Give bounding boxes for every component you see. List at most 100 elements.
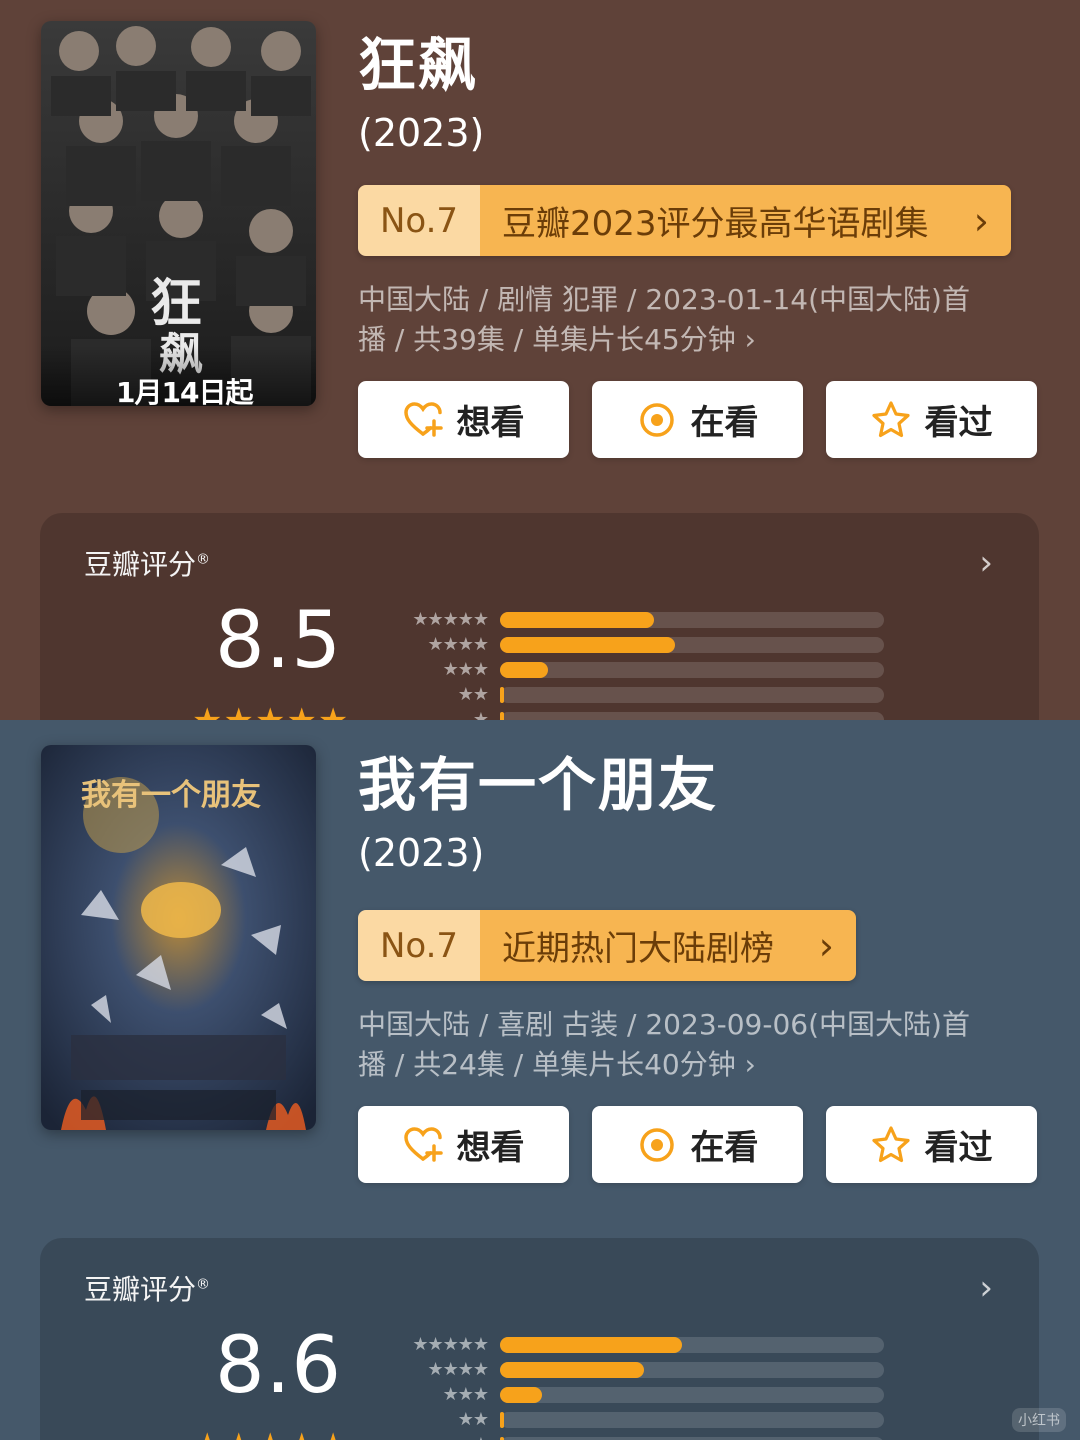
rank-list-link[interactable]: 近期热门大陆剧榜 › [480, 910, 856, 981]
show-panel-2: 我有一个朋友 我有一个朋友 (2023) No.7 近期热门大陆剧榜 › 中国大… [0, 720, 1080, 1440]
target-icon [639, 1127, 674, 1162]
distribution-track [500, 1436, 884, 1440]
chevron-right-icon: › [979, 543, 993, 583]
poster-art: 我有一个朋友 [41, 745, 316, 1130]
distribution-track [500, 1386, 884, 1403]
watched-label: 看过 [924, 1128, 993, 1168]
star-outline-icon [871, 1125, 910, 1162]
distribution-bar [500, 611, 654, 628]
rank-badge[interactable]: No.7 豆瓣2023评分最高华语剧集 › [358, 185, 1011, 256]
meta-line-1: 中国大陆 / 喜剧 古装 / 2023-09-06(中国大陆)首 [358, 1008, 970, 1041]
watermark: 小红书 [1012, 1408, 1066, 1432]
score-stars-icon: ★★★★★ [192, 701, 349, 720]
rating-label: 豆瓣评分® [84, 1273, 211, 1306]
distribution-row-2-star: ★★ [390, 682, 884, 707]
distribution-bar [500, 661, 548, 678]
stars-icon: ★★★★★ [412, 1334, 489, 1355]
meta-line-1: 中国大陆 / 剧情 犯罪 / 2023-01-14(中国大陆)首 [358, 283, 970, 316]
distribution-track [500, 1361, 884, 1378]
want-to-watch-button[interactable]: 想看 [358, 1106, 569, 1183]
watching-label: 在看 [690, 403, 759, 443]
chevron-right-icon: › [979, 1268, 993, 1308]
rating-score: 8.6 [215, 1321, 343, 1411]
svg-text:我有一个朋友: 我有一个朋友 [81, 778, 261, 813]
distribution-bar [500, 1361, 644, 1378]
distribution-track [500, 636, 884, 653]
distribution-row-3-star: ★★★ [390, 1382, 884, 1407]
distribution-row-2-star: ★★ [390, 1407, 884, 1432]
watched-button[interactable]: 看过 [826, 1106, 1037, 1183]
chevron-right-icon: › [973, 198, 989, 243]
distribution-bar [500, 711, 504, 720]
heart-plus-icon [403, 1126, 443, 1162]
poster-image[interactable]: 我有一个朋友 [41, 745, 316, 1130]
show-meta[interactable]: 中国大陆 / 喜剧 古装 / 2023-09-06(中国大陆)首 播 / 共24… [358, 1005, 1038, 1085]
show-year: (2023) [358, 111, 485, 155]
distribution-row-5-star: ★★★★★ [390, 1332, 884, 1357]
chevron-right-icon: › [818, 923, 834, 968]
watching-button[interactable]: 在看 [592, 381, 803, 458]
distribution-track [500, 711, 884, 720]
watched-button[interactable]: 看过 [826, 381, 1037, 458]
show-title: 狂飙 [358, 31, 479, 99]
score-stars-icon: ★★★★★ [192, 1426, 349, 1440]
rank-badge[interactable]: No.7 近期热门大陆剧榜 › [358, 910, 856, 981]
rank-number: No.7 [358, 910, 480, 981]
show-meta[interactable]: 中国大陆 / 剧情 犯罪 / 2023-01-14(中国大陆)首 播 / 共39… [358, 280, 1038, 360]
show-panel-1: 狂 飙 1月14日起 狂飙 (2023) No.7 豆瓣2023评分最高华语剧集… [0, 0, 1080, 720]
distribution-bar [500, 686, 504, 703]
rank-list-name: 近期热门大陆剧榜 [502, 929, 774, 969]
distribution-bar [500, 636, 675, 653]
action-row: 想看 在看 看过 [358, 1106, 1037, 1183]
rating-distribution: ★★★★★★★★★★★★★★★ [390, 607, 884, 720]
stars-icon: ★★★★ [427, 1359, 489, 1380]
rank-list-name: 豆瓣2023评分最高华语剧集 [502, 204, 929, 244]
stars-icon: ★★★ [442, 1384, 489, 1405]
distribution-row-4-star: ★★★★ [390, 632, 884, 657]
svg-text:狂: 狂 [150, 274, 202, 334]
distribution-track [500, 1336, 884, 1353]
distribution-bar [500, 1436, 504, 1440]
want-label: 想看 [456, 1128, 525, 1168]
poster-caption: 1月14日起 [116, 376, 253, 406]
show-title: 我有一个朋友 [358, 751, 719, 819]
rating-card[interactable]: 豆瓣评分® › 8.5 ★★★★★ ★★★★★★★★★★★★★★★ [40, 513, 1039, 720]
rating-label: 豆瓣评分® [84, 548, 211, 581]
distribution-track [500, 1411, 884, 1428]
rank-list-link[interactable]: 豆瓣2023评分最高华语剧集 › [480, 185, 1011, 256]
watched-label: 看过 [924, 403, 993, 443]
heart-plus-icon [403, 401, 443, 437]
distribution-bar [500, 1411, 504, 1428]
distribution-track [500, 661, 884, 678]
distribution-track [500, 611, 884, 628]
rating-score: 8.5 [215, 596, 343, 686]
stars-icon: ★★ [457, 684, 489, 705]
want-to-watch-button[interactable]: 想看 [358, 381, 569, 458]
rating-card[interactable]: 豆瓣评分® › 8.6 ★★★★★ ★★★★★★★★★★★★★★★ [40, 1238, 1039, 1440]
action-row: 想看 在看 看过 [358, 381, 1037, 458]
stars-icon: ★★★★★ [412, 609, 489, 630]
distribution-row-1-star: ★ [390, 1432, 884, 1440]
distribution-bar [500, 1336, 683, 1353]
distribution-row-3-star: ★★★ [390, 657, 884, 682]
star-outline-icon [871, 400, 910, 437]
stars-icon: ★ [472, 709, 489, 720]
meta-line-2: 播 / 共24集 / 单集片长40分钟 › [358, 1048, 756, 1081]
distribution-track [500, 686, 884, 703]
distribution-row-4-star: ★★★★ [390, 1357, 884, 1382]
distribution-row-5-star: ★★★★★ [390, 607, 884, 632]
rank-number: No.7 [358, 185, 480, 256]
stars-icon: ★★★★ [427, 634, 489, 655]
distribution-row-1-star: ★ [390, 707, 884, 720]
watching-button[interactable]: 在看 [592, 1106, 803, 1183]
show-year: (2023) [358, 831, 485, 875]
target-icon [639, 402, 674, 437]
stars-icon: ★★★ [442, 659, 489, 680]
rating-distribution: ★★★★★★★★★★★★★★★ [390, 1332, 884, 1440]
stars-icon: ★★ [457, 1409, 489, 1430]
meta-line-2: 播 / 共39集 / 单集片长45分钟 › [358, 323, 756, 356]
want-label: 想看 [456, 403, 525, 443]
watching-label: 在看 [690, 1128, 759, 1168]
stars-icon: ★ [390, 1434, 500, 1440]
poster-image[interactable]: 狂 飙 1月14日起 [41, 21, 316, 406]
